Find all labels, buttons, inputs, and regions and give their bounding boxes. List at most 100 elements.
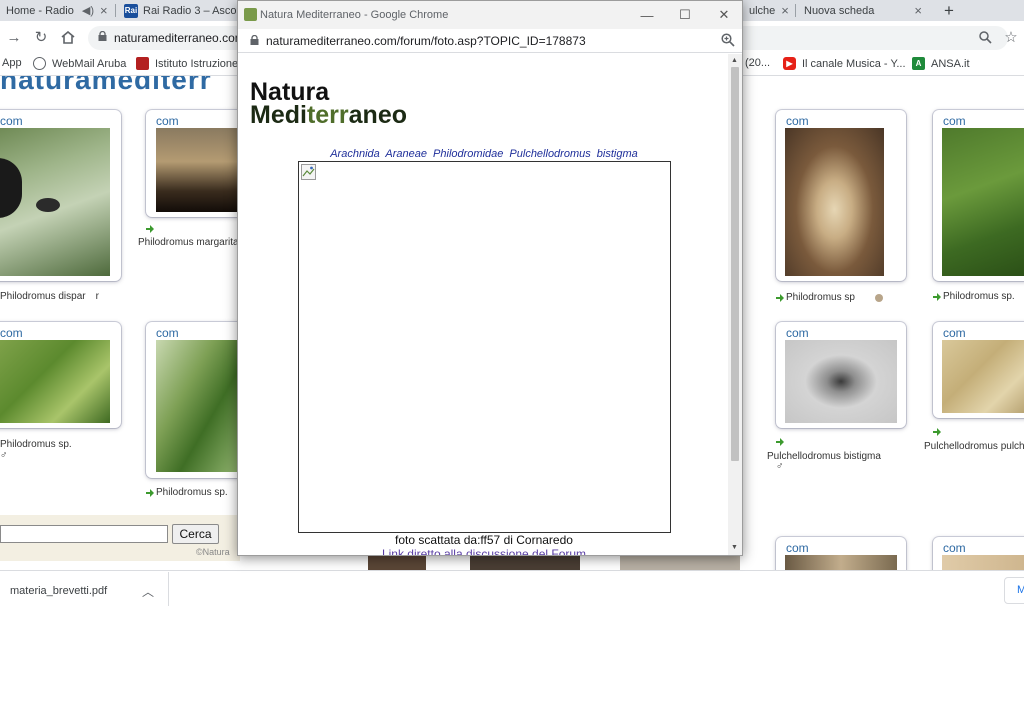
- gallery-card[interactable]: com: [146, 110, 246, 217]
- card-caption[interactable]: Philodromus sp.: [146, 487, 228, 498]
- lock-icon: [250, 35, 259, 45]
- caption-suffix: r: [95, 291, 99, 302]
- gallery-card[interactable]: com: [0, 322, 121, 428]
- close-icon[interactable]: ×: [908, 3, 922, 18]
- card-caption[interactable]: Philodromus dispar r: [0, 291, 99, 302]
- logo-part: Medi: [250, 101, 307, 129]
- divider: [168, 572, 169, 606]
- caption-text: Philodromus sp.: [156, 487, 228, 498]
- gallery-card[interactable]: com: [146, 322, 246, 478]
- bookmark-youtube[interactable]: ▶ Il canale Musica - Y...: [783, 57, 906, 70]
- bookmark-webmail[interactable]: WebMail Aruba: [33, 57, 126, 70]
- card-caption[interactable]: Philodromus sp: [776, 292, 883, 303]
- copyright-text: ©Natura: [196, 547, 230, 557]
- spider-photo-partial: [368, 556, 426, 570]
- forward-icon[interactable]: →: [5, 28, 23, 46]
- scrollbar-thumb[interactable]: [731, 67, 739, 461]
- bookmark-ansa[interactable]: A ANSA.it: [912, 57, 970, 70]
- card-caption[interactable]: Philodromus sp.: [0, 439, 72, 450]
- spider-photo[interactable]: [0, 340, 110, 423]
- com-label: com: [156, 326, 179, 340]
- search-input[interactable]: [0, 525, 168, 543]
- arrow-icon: [776, 438, 786, 446]
- spider-photo-partial: [470, 556, 580, 570]
- zoom-icon[interactable]: [976, 28, 994, 46]
- caption-text: Philodromus sp.: [943, 291, 1015, 302]
- chevron-up-icon[interactable]: ︿: [142, 583, 154, 600]
- school-icon: [136, 57, 149, 70]
- minimize-icon[interactable]: —: [638, 6, 656, 24]
- caption-text: Philodromus sp: [786, 292, 855, 303]
- tab-new-tab[interactable]: Nuova scheda ×: [798, 0, 928, 21]
- caption-text: Philodromus margarita: [138, 237, 239, 248]
- popup-title: Natura Mediterraneo - Google Chrome: [260, 9, 449, 21]
- com-label: com: [0, 326, 23, 340]
- address-text: naturamediterraneo.con: [114, 31, 242, 45]
- card-caption[interactable]: Philodromus sp.: [933, 291, 1015, 302]
- bookmark-label: (20...: [745, 57, 771, 69]
- bookmark-label: App: [2, 57, 22, 69]
- arrow-icon: [776, 293, 784, 302]
- photo-frame: [298, 161, 671, 533]
- gallery-card[interactable]: com: [776, 110, 906, 281]
- gallery-card[interactable]: com: [933, 110, 1024, 281]
- spider-photo[interactable]: [942, 340, 1024, 413]
- caption-text: Philodromus dispar: [0, 291, 86, 302]
- close-icon[interactable]: ✕: [715, 6, 733, 24]
- scroll-down-icon[interactable]: ▼: [731, 544, 738, 551]
- new-tab-button[interactable]: +: [938, 0, 960, 21]
- bookmark-partial[interactable]: (20...: [745, 57, 770, 69]
- spider-photo[interactable]: [156, 128, 246, 212]
- caption-text: Philodromus sp.: [0, 439, 72, 450]
- com-label: com: [786, 326, 809, 340]
- com-label: com: [943, 114, 966, 128]
- bookmark-istituto[interactable]: Istituto Istruzione S: [136, 57, 249, 70]
- spider-photo[interactable]: [156, 340, 246, 472]
- globe-icon: [33, 57, 46, 70]
- caption-text: Pulchellodromus pulch: [924, 441, 1024, 452]
- tab-separator: [795, 4, 796, 17]
- tab-rai-radio3[interactable]: Rai Rai Radio 3 – Ascolta: [118, 0, 238, 21]
- com-label: com: [156, 114, 179, 128]
- home-icon[interactable]: [59, 28, 77, 46]
- download-item[interactable]: materia_brevetti.pdf: [10, 585, 107, 597]
- site-logo-line2[interactable]: Mediterraneo: [250, 103, 407, 128]
- popup-url: naturamediterraneo.com/forum/foto.asp?TO…: [266, 34, 586, 48]
- taxonomy-link[interactable]: Arachnida Araneae Philodromidae Pulchell…: [238, 148, 730, 160]
- spider-photo[interactable]: [785, 128, 884, 276]
- search-button[interactable]: Cerca: [172, 524, 219, 544]
- gallery-card[interactable]: com: [933, 322, 1024, 418]
- tab-label: Nuova scheda: [804, 4, 875, 17]
- card-caption[interactable]: Pulchellodromus bistigma: [767, 451, 881, 462]
- rai-icon: Rai: [124, 3, 138, 18]
- spider-photo[interactable]: [942, 128, 1024, 276]
- arrow-icon: [933, 428, 943, 436]
- tab-separator: [115, 4, 116, 17]
- card-caption[interactable]: Pulchellodromus pulch: [924, 441, 1024, 452]
- scroll-up-icon[interactable]: ▲: [731, 57, 738, 64]
- bookmark-label: Istituto Istruzione S: [155, 57, 249, 70]
- gallery-card[interactable]: com: [776, 322, 906, 428]
- reload-icon[interactable]: ↻: [32, 28, 50, 46]
- forum-link[interactable]: Link diretto alla discussione del Forum: [238, 547, 730, 555]
- spider-photo[interactable]: [785, 340, 897, 423]
- spider-photo[interactable]: [0, 128, 110, 276]
- maximize-icon[interactable]: ☐: [676, 6, 694, 24]
- bookmark-apps[interactable]: App: [2, 57, 22, 69]
- card-caption[interactable]: Philodromus margarita: [138, 237, 239, 248]
- tab-natura[interactable]: ulche ×: [743, 0, 793, 21]
- show-all-button[interactable]: M: [1004, 577, 1024, 604]
- close-icon[interactable]: ×: [775, 3, 789, 18]
- tab-label: Home - Radio: [6, 4, 74, 17]
- close-icon[interactable]: ×: [94, 3, 108, 18]
- youtube-icon: ▶: [783, 57, 796, 70]
- tab-home-radio[interactable]: Home - Radio ◀) ×: [0, 0, 112, 21]
- speaker-icon[interactable]: ◀): [82, 4, 94, 17]
- arrow-icon: [146, 225, 156, 233]
- male-symbol: ♂: [776, 461, 784, 472]
- star-icon[interactable]: ☆: [1002, 28, 1020, 46]
- zoom-icon[interactable]: [721, 33, 735, 47]
- logo-part: aneo: [348, 101, 407, 129]
- gallery-card[interactable]: com: [0, 110, 121, 281]
- com-label: com: [943, 541, 966, 555]
